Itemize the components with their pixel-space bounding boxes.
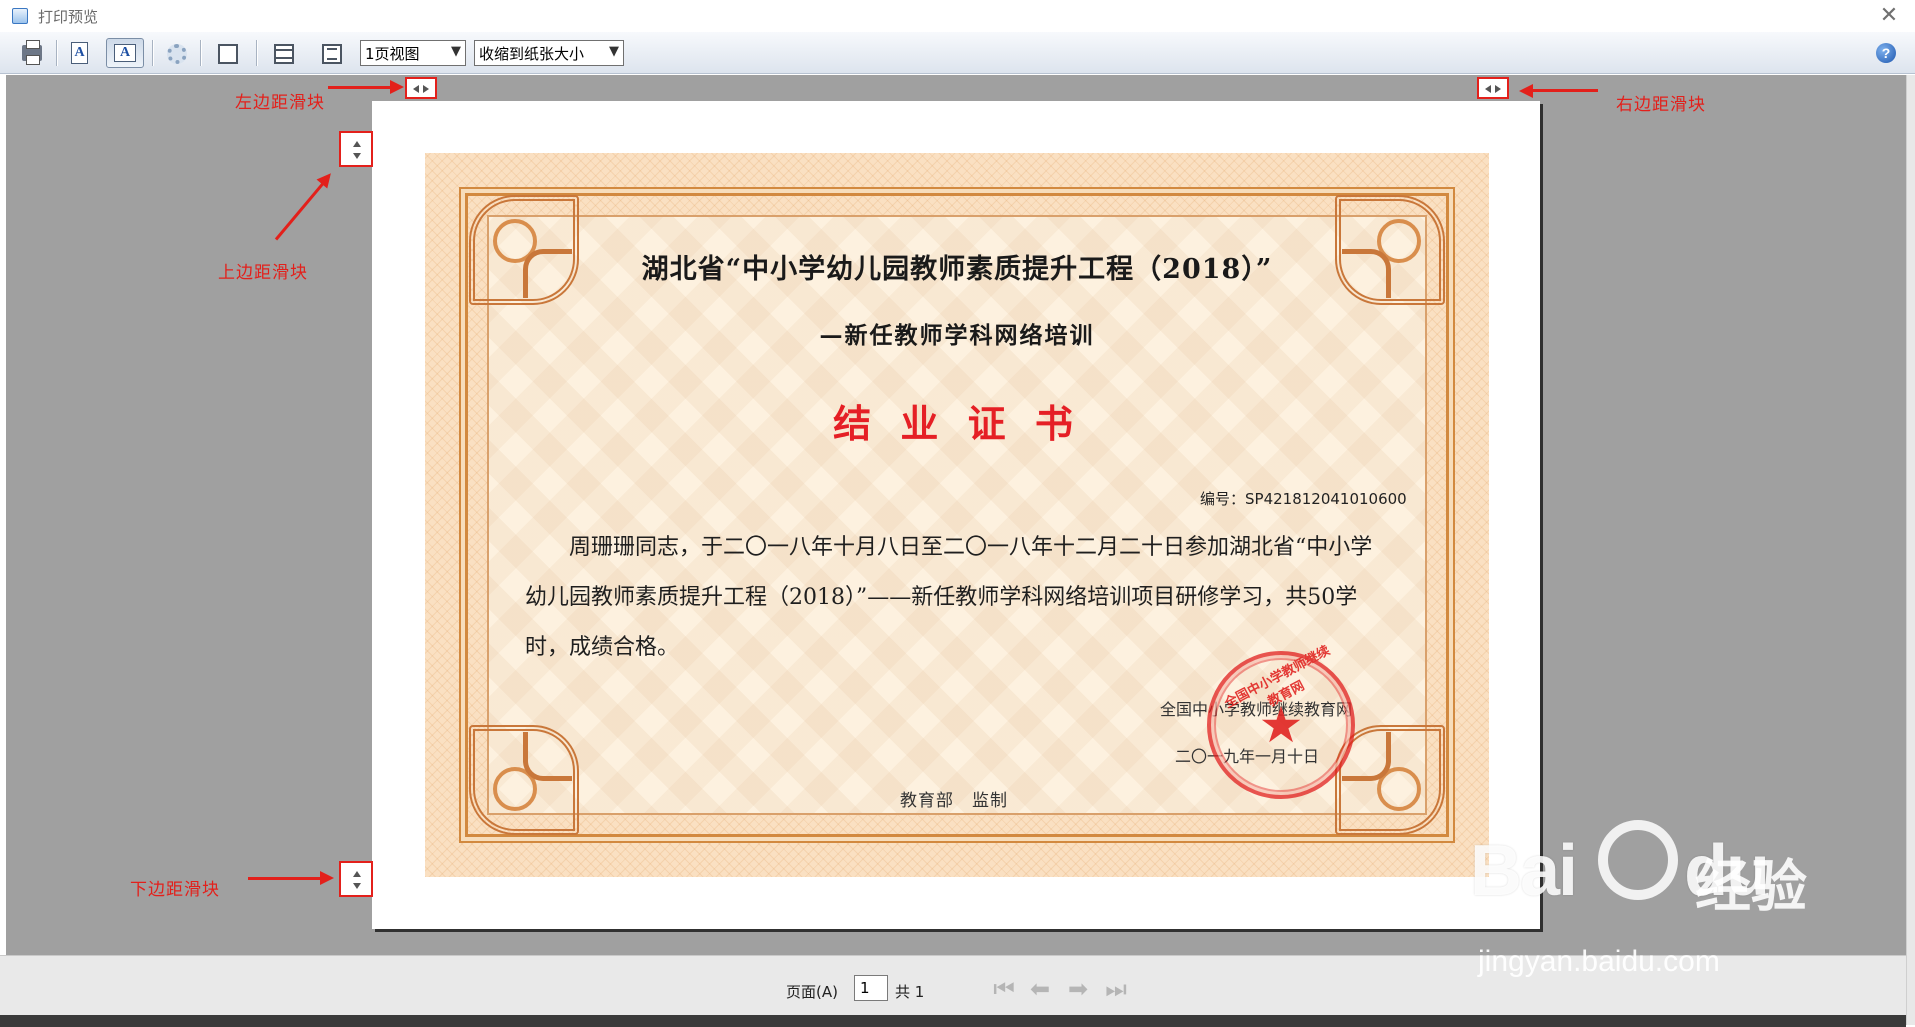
certificate-body: 周珊珊同志，于二〇一八年十月八日至二〇一八年十二月二十日参加湖北省“中小学幼儿园… [525, 535, 1373, 660]
zoom-select[interactable]: 收缩到纸张大小 ▼ [474, 40, 624, 66]
right-margin-slider[interactable] [1477, 77, 1509, 99]
page-width-button[interactable] [314, 38, 348, 68]
vertical-resize-icon [353, 141, 361, 159]
certificate-heading: 结 业 证 书 [833, 401, 1081, 446]
toolbar-separator [256, 40, 257, 66]
first-page-button[interactable]: ⏮ [988, 974, 1020, 1004]
toolbar-separator [200, 40, 201, 66]
page-width-icon [322, 44, 342, 64]
toolbar-separator [56, 40, 57, 66]
toolbar-separator [152, 40, 153, 66]
certificate-number: 编号：SP421812041010600 [1200, 490, 1407, 508]
page-label: 页面(A) [786, 983, 838, 1001]
arrow-right-icon [328, 80, 404, 94]
page-number-input[interactable]: 1 [854, 975, 888, 1001]
star-icon: ★ [1258, 696, 1304, 754]
header-footer-icon [274, 44, 294, 64]
zoom-select-value: 收缩到纸张大小 [479, 45, 585, 63]
landscape-button[interactable]: A [106, 38, 144, 68]
vertical-resize-icon [353, 871, 361, 889]
print-preview-window: 打印预览 ✕ A A 1页视图 ▼ 收缩到纸张大小 ▼ ? 湖北省“中小学幼儿园… [0, 0, 1915, 1027]
arrow-right-icon [248, 871, 334, 885]
arrow-left-icon [1523, 89, 1598, 92]
page-view-select[interactable]: 1页视图 ▼ [360, 40, 466, 66]
portrait-button[interactable]: A [62, 38, 96, 68]
app-icon [12, 8, 28, 24]
top-margin-label: 上边距滑块 [218, 263, 308, 283]
certificate: 湖北省“中小学幼儿园教师素质提升工程（2018）” —新任教师学科网络培训 结 … [425, 153, 1489, 877]
title-bar: 打印预览 ✕ [0, 0, 1915, 32]
page-landscape-icon: A [114, 44, 136, 62]
gear-icon [167, 44, 187, 64]
chevron-down-icon: ▼ [609, 44, 619, 59]
last-page-button[interactable]: ⏭ [1100, 974, 1132, 1004]
certificate-supervisor: 教育部 监制 [900, 791, 1008, 811]
close-button[interactable]: ✕ [1872, 2, 1906, 30]
taskbar-strip [0, 1015, 1906, 1027]
help-icon[interactable]: ? [1876, 43, 1896, 63]
certificate-title: 湖北省“中小学幼儿园教师素质提升工程（2018）” [641, 254, 1273, 285]
horizontal-resize-icon [1485, 85, 1501, 93]
watermark-logo-text: Bai [1470, 831, 1578, 911]
previous-page-button[interactable]: ⬅ [1024, 974, 1056, 1004]
left-margin-slider[interactable] [405, 77, 437, 99]
corner-ornament-icon [469, 725, 579, 835]
vertical-scrollbar[interactable] [1906, 75, 1915, 1025]
printer-icon [22, 40, 42, 65]
page-setup-button[interactable] [158, 38, 192, 68]
window-title: 打印预览 [38, 8, 99, 26]
watermark-chinese: 经验 [1695, 855, 1807, 920]
horizontal-resize-icon [413, 85, 429, 93]
top-margin-slider[interactable] [339, 131, 373, 167]
full-page-icon [218, 44, 238, 64]
bottom-margin-slider[interactable] [339, 861, 373, 897]
next-page-button[interactable]: ➡ [1062, 974, 1094, 1004]
page-total: 共 1 [895, 983, 925, 1001]
right-margin-label: 右边距滑块 [1616, 95, 1706, 115]
official-seal: 全国中小学教师继续教育网 ★ [1207, 643, 1355, 799]
full-page-button[interactable] [210, 38, 244, 68]
watermark-url: jingyan.baidu.com [1478, 945, 1720, 978]
bottom-margin-label: 下边距滑块 [130, 880, 220, 900]
paw-icon [1598, 820, 1678, 900]
header-footer-button[interactable] [266, 38, 300, 68]
page-portrait-icon: A [71, 42, 88, 64]
left-margin-label: 左边距滑块 [235, 93, 325, 113]
page-view-select-value: 1页视图 [365, 45, 420, 63]
print-button[interactable] [14, 38, 48, 68]
certificate-subtitle: —新任教师学科网络培训 [819, 322, 1095, 349]
toolbar: A A 1页视图 ▼ 收缩到纸张大小 ▼ ? [0, 32, 1915, 74]
chevron-down-icon: ▼ [451, 44, 461, 59]
